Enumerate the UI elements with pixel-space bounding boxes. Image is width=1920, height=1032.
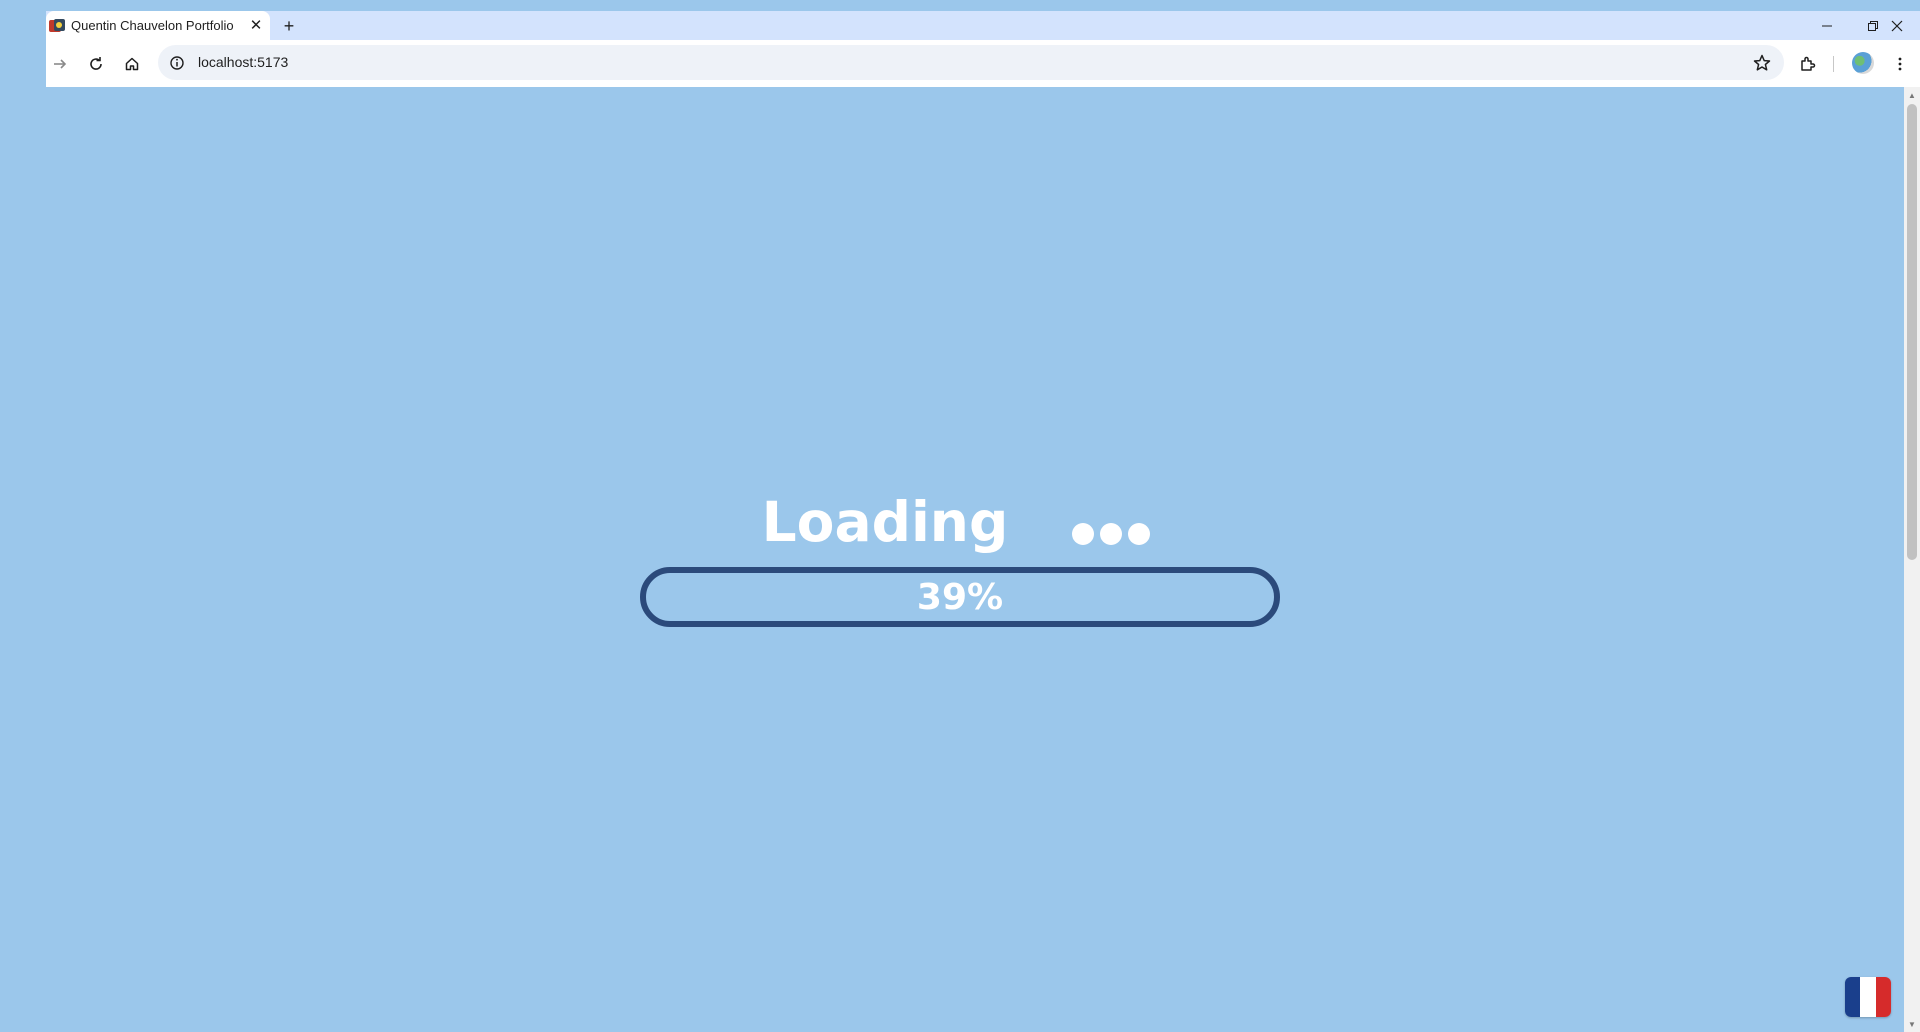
bookmark-star-icon[interactable] [1752,53,1772,73]
loading-progress-bar: 39% [640,567,1280,627]
profile-avatar[interactable] [1852,52,1874,74]
tab-bar: Quentin Chauvelon Portfolio ✕ + [46,11,1920,40]
site-info-icon[interactable] [168,54,186,72]
scroll-down-icon[interactable]: ▼ [1904,1016,1920,1032]
tab-close-icon[interactable]: ✕ [246,15,266,35]
reload-icon[interactable] [82,50,110,78]
url-text[interactable]: localhost:5173 [198,54,288,70]
browser-toolbar: localhost:5173 [46,40,1920,87]
window-top-edge [46,0,1920,11]
extensions-icon[interactable] [1794,50,1822,78]
loading-title: Loading [761,490,1009,554]
home-icon[interactable] [118,50,146,78]
french-flag-icon[interactable] [1845,977,1891,1017]
loading-dots [1072,523,1150,545]
browser-window: Quentin Chauvelon Portfolio ✕ + localhos… [46,0,1920,1032]
scroll-up-icon[interactable]: ▲ [1904,87,1920,103]
portfolio-favicon-icon [49,19,65,33]
tab-title: Quentin Chauvelon Portfolio [71,18,234,33]
close-window-icon[interactable] [1874,11,1920,40]
flag-red-stripe [1875,977,1891,1017]
progress-percent: 39% [916,576,1004,618]
toolbar-separator [1833,56,1834,72]
page-viewport: Loading 39% [46,87,1904,1032]
new-tab-icon[interactable]: + [278,15,300,37]
loading-dot [1100,523,1122,545]
loading-dot [1128,523,1150,545]
flag-white-stripe [1860,977,1876,1017]
tab-portfolio[interactable]: Quentin Chauvelon Portfolio ✕ [46,11,270,40]
address-bar[interactable]: localhost:5173 [158,45,1784,80]
forward-icon[interactable] [46,50,74,78]
loading-dot [1072,523,1094,545]
vertical-scrollbar[interactable]: ▲ ▼ [1904,87,1920,1032]
minimize-icon[interactable] [1804,11,1850,40]
scroll-thumb[interactable] [1907,104,1917,560]
menu-icon[interactable] [1886,50,1914,78]
flag-blue-stripe [1845,977,1861,1017]
